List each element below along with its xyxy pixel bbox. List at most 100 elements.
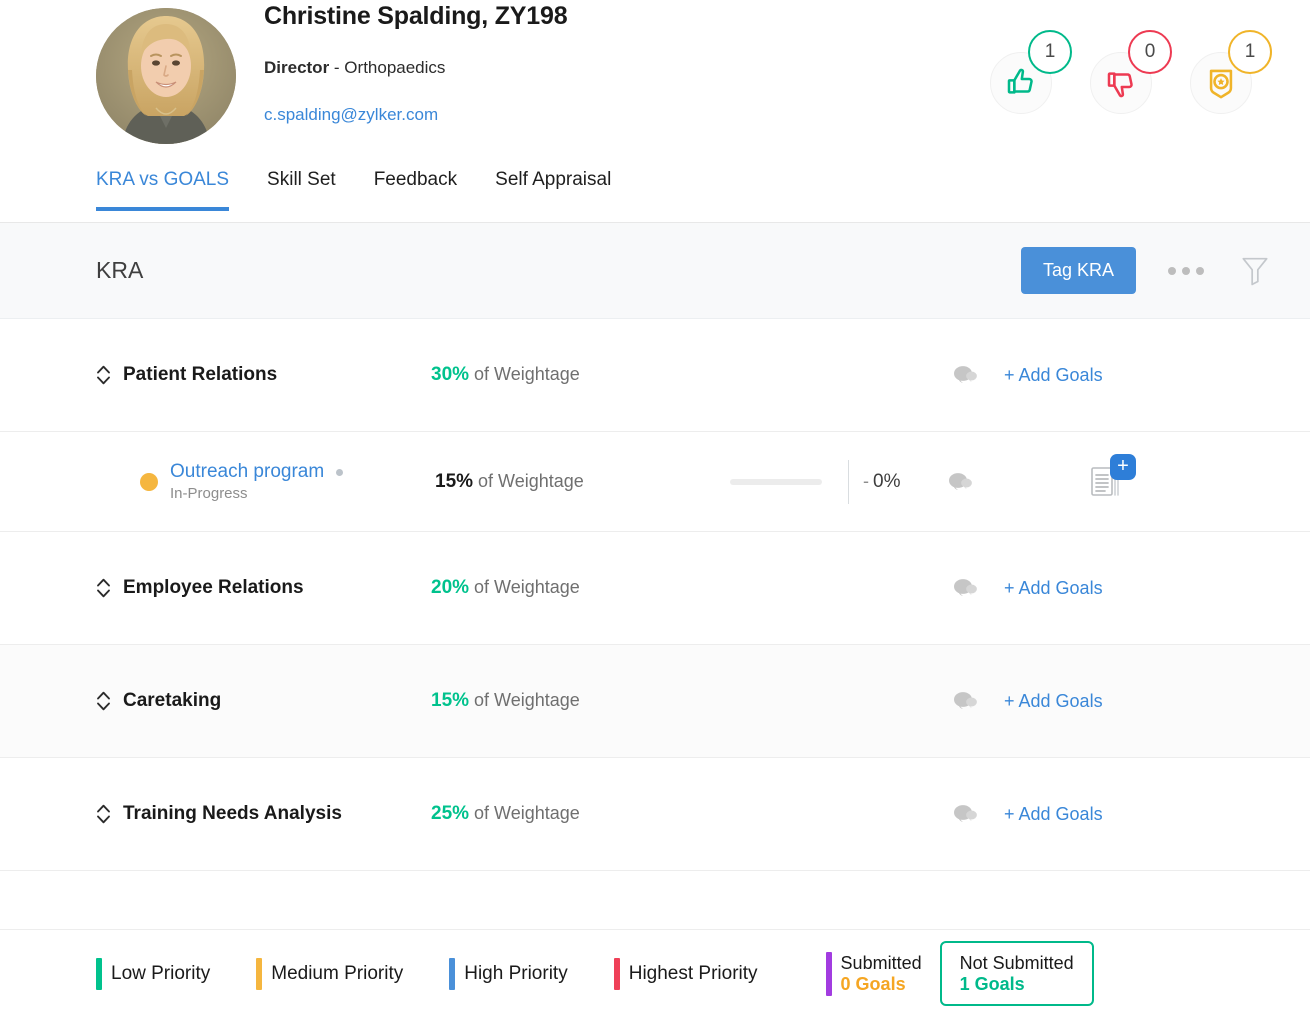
table-row[interactable]: Training Needs Analysis 25% of Weightage… [0, 758, 1310, 871]
badge-thumbs-down[interactable]: 0 [1090, 52, 1152, 114]
table-row[interactable]: Outreach program In-Progress 15% of Weig… [0, 432, 1310, 532]
table-row[interactable]: Caretaking 15% of Weightage + Add Goals [0, 645, 1310, 758]
kra-section-title: KRA [96, 257, 143, 284]
expand-collapse-chevron-icon[interactable] [96, 803, 111, 825]
add-goals-link[interactable]: + Add Goals [1004, 365, 1103, 386]
profile-name: Christine Spalding, ZY198 [264, 0, 567, 31]
weightage-cell: 15% of Weightage [431, 690, 726, 712]
badge-thumbs-up[interactable]: 1 [990, 52, 1052, 114]
action-cell: + [1090, 464, 1122, 500]
avatar [96, 8, 236, 144]
table-row[interactable]: Employee Relations 20% of Weightage + Ad… [0, 532, 1310, 645]
legend-submitted-stat: Submitted 0 Goals [826, 952, 922, 996]
tab-self-appraisal[interactable]: Self Appraisal [495, 165, 611, 207]
weightage-suffix: of Weightage [469, 690, 580, 710]
legend-color-bar [96, 958, 102, 990]
badge-count: 0 [1128, 30, 1172, 74]
action-cell: + Add Goals [1004, 691, 1103, 712]
goal-name-wrap: Outreach program In-Progress [140, 461, 343, 502]
kra-name-cell: Training Needs Analysis [96, 803, 431, 825]
tab-bar: KRA vs GOALS Skill Set Feedback Self App… [0, 165, 1310, 223]
profile-header: Christine Spalding, ZY198 Director - Ort… [0, 0, 1310, 165]
legend-item-low-priority: Low Priority [96, 958, 210, 990]
goal-name-link[interactable]: Outreach program [170, 461, 324, 483]
weightage-suffix: of Weightage [469, 577, 580, 597]
comment-bubble-icon[interactable] [952, 577, 978, 599]
kra-name-cell: Caretaking [96, 690, 431, 712]
expand-collapse-chevron-icon[interactable] [96, 690, 111, 712]
goal-status-label: In-Progress [170, 485, 343, 502]
tab-feedback[interactable]: Feedback [374, 165, 457, 207]
profile-role-title: Director [264, 58, 329, 77]
legend-label: Low Priority [111, 963, 210, 985]
thumbs-down-icon [1105, 67, 1137, 99]
legend-label: Highest Priority [629, 963, 758, 985]
weightage-suffix: of Weightage [469, 803, 580, 823]
tab-skill-set[interactable]: Skill Set [267, 165, 336, 207]
divider [848, 460, 849, 504]
badge-count: 1 [1228, 30, 1272, 74]
weightage-cell: 30% of Weightage [431, 364, 726, 386]
legend-stat-count: 1 Goals [960, 974, 1074, 994]
comment-bubble-icon[interactable] [952, 690, 978, 712]
filter-funnel-icon[interactable] [1236, 251, 1274, 291]
goal-texts: Outreach program In-Progress [170, 461, 343, 502]
award-badge-icon [1204, 66, 1238, 100]
legend-color-bar [826, 952, 832, 996]
legend-stat-count: 0 Goals [841, 974, 922, 994]
more-dots-icon[interactable] [1162, 261, 1210, 281]
progress-bar[interactable] [730, 479, 822, 485]
tag-kra-button[interactable]: Tag KRA [1021, 247, 1136, 294]
kra-name-cell: Patient Relations [96, 364, 431, 386]
add-goals-link[interactable]: + Add Goals [1004, 691, 1103, 712]
comment-cell [926, 364, 1004, 386]
legend-label: High Priority [464, 963, 567, 985]
expand-collapse-chevron-icon[interactable] [96, 577, 111, 599]
legend-item-medium-priority: Medium Priority [256, 958, 403, 990]
weightage-percent: 30% [431, 364, 469, 385]
profile-email-link[interactable]: c.spalding@zylker.com [264, 105, 567, 125]
legend-stat-title: Submitted [841, 953, 922, 973]
table-row[interactable]: Patient Relations 30% of Weightage + Add… [0, 319, 1310, 432]
expand-collapse-chevron-icon[interactable] [96, 364, 111, 386]
comment-bubble-icon[interactable] [952, 364, 978, 386]
weightage-suffix: of Weightage [473, 471, 584, 491]
add-goals-link[interactable]: + Add Goals [1004, 804, 1103, 825]
weightage-percent: 15% [431, 690, 469, 711]
weightage-suffix: of Weightage [469, 364, 580, 384]
badge-group: 1 0 1 [990, 52, 1252, 114]
action-cell: + Add Goals [1004, 365, 1103, 386]
comment-bubble-icon[interactable] [952, 803, 978, 825]
legend-color-bar [256, 958, 262, 990]
badge-award[interactable]: 1 [1190, 52, 1252, 114]
dot [1182, 267, 1190, 275]
kra-toolbar: KRA Tag KRA [0, 223, 1310, 319]
add-goals-link[interactable]: + Add Goals [1004, 578, 1103, 599]
comment-cell [926, 690, 1004, 712]
comment-cell [930, 471, 990, 493]
kra-name: Caretaking [123, 690, 221, 712]
goal-name-cell: Outreach program In-Progress [140, 461, 435, 502]
comment-cell [926, 577, 1004, 599]
plus-badge-icon: + [1110, 454, 1136, 480]
progress-percent: 0% [873, 471, 900, 493]
legend-item-high-priority: High Priority [449, 958, 567, 990]
legend-not-submitted-stat[interactable]: Not Submitted 1 Goals [940, 941, 1094, 1005]
action-cell: + Add Goals [1004, 578, 1103, 599]
badge-count: 1 [1028, 30, 1072, 74]
weightage-percent: 15% [435, 471, 473, 492]
comment-cell [926, 803, 1004, 825]
profile-role: Director - Orthopaedics [264, 58, 567, 78]
add-note-document-icon[interactable]: + [1090, 464, 1122, 500]
profile-role-department: - Orthopaedics [334, 58, 446, 77]
separator-dot-icon [336, 469, 343, 476]
kra-name: Patient Relations [123, 364, 277, 386]
tab-kra-vs-goals[interactable]: KRA vs GOALS [96, 165, 229, 211]
kra-name: Employee Relations [123, 577, 304, 599]
legend-stat-texts: Submitted 0 Goals [841, 953, 922, 993]
user-photo-icon [96, 8, 236, 144]
dot [1196, 267, 1204, 275]
comment-bubble-icon[interactable] [947, 471, 973, 493]
legend-label: Medium Priority [271, 963, 403, 985]
legend-footer: Low Priority Medium Priority High Priori… [0, 929, 1310, 1017]
